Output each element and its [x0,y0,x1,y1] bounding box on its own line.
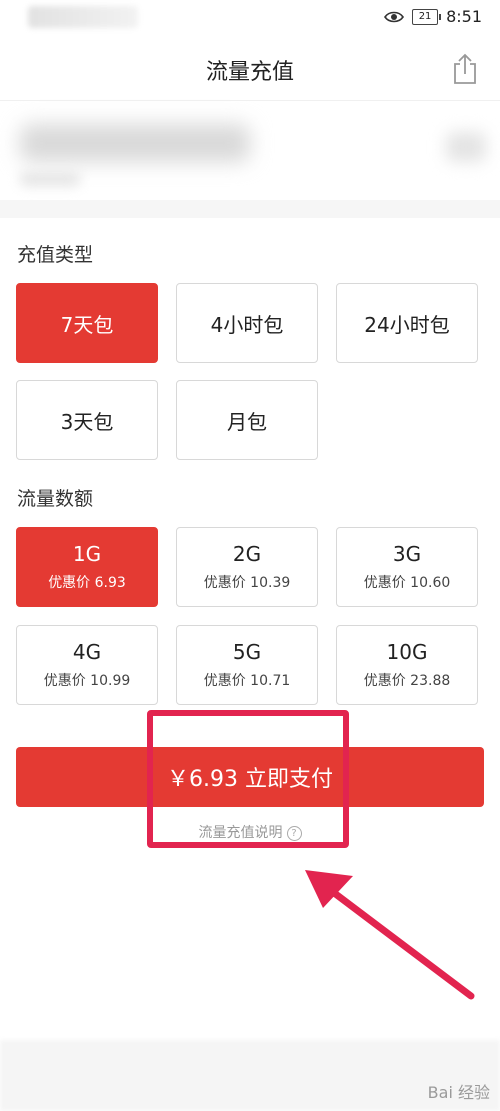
type-option-24hour[interactable]: 24小时包 [336,283,478,363]
amount-size: 4G [72,640,102,664]
amount-size: 2G [232,542,262,566]
share-icon[interactable] [450,52,480,86]
type-option-3day[interactable]: 3天包 [16,380,158,460]
type-option-7day[interactable]: 7天包 [16,283,158,363]
amount-price: 优惠价 6.93 [48,575,126,591]
amount-price: 优惠价 10.60 [363,575,451,591]
annotation-highlight-box [147,710,349,848]
amount-option-2g[interactable]: 2G 优惠价 10.39 [176,527,318,607]
amount-option-10g[interactable]: 10G 优惠价 23.88 [336,625,478,705]
amount-size: 1G [72,542,102,566]
type-option-label: 3天包 [60,409,114,434]
header: 流量充值 [0,40,500,101]
amount-option-3g[interactable]: 3G 优惠价 10.60 [336,527,478,607]
status-bar: 21 8:51 [0,0,500,36]
annotation-arrow-icon [305,870,475,1000]
status-left-blurred [28,6,138,28]
amount-option-1g[interactable]: 1G 优惠价 6.93 [16,527,158,607]
account-info-blurred [0,110,500,200]
amount-price: 优惠价 10.71 [203,673,291,689]
amount-option-4g[interactable]: 4G 优惠价 10.99 [16,625,158,705]
eye-icon [384,11,405,22]
status-time: 8:51 [446,7,482,26]
page-title: 流量充值 [205,60,294,85]
type-option-label: 月包 [227,409,267,434]
battery-icon: 21 [412,8,442,25]
amount-price: 优惠价 23.88 [363,673,451,689]
type-option-4hour[interactable]: 4小时包 [176,283,318,363]
type-option-label: 4小时包 [210,312,284,337]
amount-price: 优惠价 10.39 [203,575,291,591]
amount-size: 5G [232,640,262,664]
bottom-bar-blurred [0,1040,500,1111]
type-option-month[interactable]: 月包 [176,380,318,460]
status-right: 21 8:51 [384,7,482,26]
amount-size: 3G [392,542,422,566]
section-divider [0,200,500,218]
baidu-watermark: Bai 经验 [427,1083,490,1102]
type-option-label: 24小时包 [364,312,450,337]
data-amount-label: 流量数额 [17,488,94,510]
type-option-label: 7天包 [60,312,114,337]
amount-option-5g[interactable]: 5G 优惠价 10.71 [176,625,318,705]
amount-price: 优惠价 10.99 [43,673,131,689]
recharge-type-label: 充值类型 [17,244,94,266]
amount-size: 10G [386,640,428,664]
